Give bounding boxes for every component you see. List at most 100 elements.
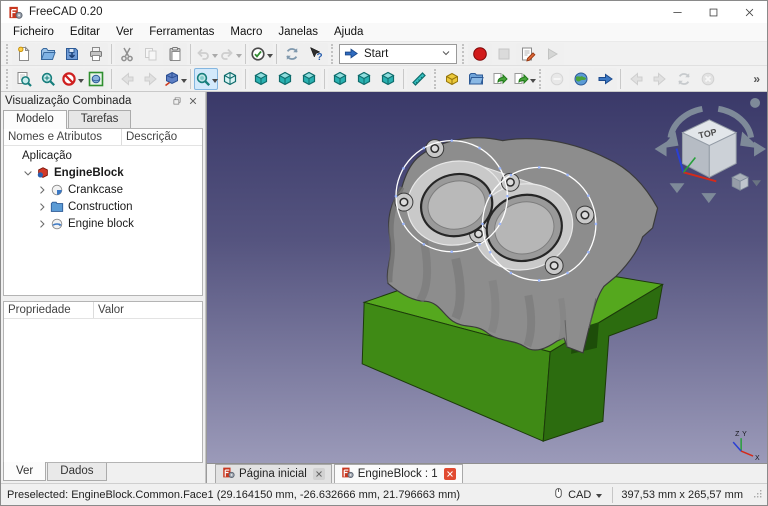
close-button[interactable] <box>731 1 767 23</box>
toolbar-grip[interactable] <box>539 68 541 89</box>
macro-stop-button[interactable] <box>492 42 516 65</box>
dock-close-button[interactable] <box>185 94 201 108</box>
navigation-cube[interactable]: TOP <box>654 97 767 204</box>
3d-viewport[interactable]: TOP Z Y X <box>207 92 767 463</box>
status-message: Preselected: EngineBlock.Common.Face1 (2… <box>7 488 461 501</box>
view-front-button[interactable] <box>249 67 273 90</box>
tree-item-label: Aplicação <box>22 149 72 162</box>
menu-ajuda[interactable]: Ajuda <box>326 24 371 40</box>
save-button[interactable] <box>60 42 84 65</box>
tab-close-button[interactable] <box>443 468 456 480</box>
browser-refresh-button[interactable] <box>672 67 696 90</box>
minimize-button[interactable] <box>659 1 695 23</box>
tab-modelo[interactable]: Modelo <box>3 110 67 129</box>
svg-text:?: ? <box>317 52 323 62</box>
resize-grip-icon[interactable] <box>743 487 763 502</box>
make-link-button[interactable] <box>488 67 512 90</box>
expander-icon[interactable] <box>36 201 48 213</box>
menu-ver[interactable]: Ver <box>108 24 141 40</box>
macro-stop-icon <box>496 46 512 62</box>
menu-janelas[interactable]: Janelas <box>270 24 326 40</box>
macro-record-button[interactable] <box>468 42 492 65</box>
refresh-button[interactable] <box>280 42 304 65</box>
view-rear-button[interactable] <box>328 67 352 90</box>
isometric-view-button[interactable] <box>163 67 187 90</box>
toolbar-grip[interactable] <box>6 68 8 89</box>
chevron-down-icon[interactable] <box>77 78 84 86</box>
dock-float-button[interactable] <box>169 94 185 108</box>
web-stop-button[interactable] <box>545 67 569 90</box>
create-part-icon <box>444 71 460 87</box>
open-button[interactable] <box>36 42 60 65</box>
document-tab-engineblock-1[interactable]: EngineBlock : 1 <box>333 464 463 483</box>
fit-selection-button[interactable] <box>36 67 60 90</box>
cut-button[interactable] <box>115 42 139 65</box>
menu-ficheiro[interactable]: Ficheiro <box>5 24 62 40</box>
edit-mode-button[interactable] <box>249 42 273 65</box>
draw-style-button[interactable] <box>84 67 108 90</box>
document-tab-pa-gina-inicial[interactable]: Página inicial <box>215 464 332 483</box>
tree-item-crankcase[interactable]: Crankcase <box>4 181 202 198</box>
create-part-button[interactable] <box>440 67 464 90</box>
macro-edit-button[interactable] <box>516 42 540 65</box>
expander-icon[interactable] <box>36 184 48 196</box>
nav-cube-menu[interactable] <box>731 172 762 191</box>
chevron-down-icon[interactable] <box>266 53 273 61</box>
fit-all-button[interactable] <box>12 67 36 90</box>
new-file-button[interactable] <box>12 42 36 65</box>
toolbar-separator <box>403 68 404 89</box>
zoom-box-button[interactable] <box>194 67 218 90</box>
tree-item-engineblock[interactable]: EngineBlock <box>4 164 202 181</box>
expander-icon[interactable] <box>36 218 48 230</box>
axis-indicator: Z Y X <box>732 431 760 462</box>
view-axonometric-button[interactable] <box>218 67 242 90</box>
expander-icon[interactable] <box>22 167 34 179</box>
paste-button[interactable] <box>163 42 187 65</box>
menu-ferramentas[interactable]: Ferramentas <box>141 24 222 40</box>
tree-item-engine-block[interactable]: Engine block <box>4 215 202 232</box>
make-sub-link-icon <box>513 71 529 87</box>
view-top-button[interactable] <box>273 67 297 90</box>
toolbar-grip[interactable] <box>331 43 333 64</box>
nav-back-button[interactable] <box>115 67 139 90</box>
copy-button[interactable] <box>139 42 163 65</box>
tab-dados[interactable]: Dados <box>47 463 107 481</box>
whats-this-button[interactable]: ? <box>304 42 328 65</box>
chevron-down-icon[interactable] <box>211 78 218 86</box>
measure-button[interactable] <box>407 67 431 90</box>
web-home-button[interactable] <box>569 67 593 90</box>
view-left-button[interactable] <box>376 67 400 90</box>
nav-forward-button[interactable] <box>139 67 163 90</box>
tree-item-aplicação[interactable]: Aplicação <box>4 147 202 164</box>
maximize-button[interactable] <box>695 1 731 23</box>
toolbar-grip[interactable] <box>434 68 436 89</box>
navigation-style-selector[interactable]: CAD <box>553 486 604 503</box>
chevron-down-icon[interactable] <box>529 78 536 86</box>
undo-button[interactable] <box>194 42 218 65</box>
toolbar-grip[interactable] <box>6 43 8 64</box>
redo-button[interactable] <box>218 42 242 65</box>
clipping-button[interactable] <box>60 67 84 90</box>
menu-macro[interactable]: Macro <box>222 24 270 40</box>
toolbar-overflow-button[interactable]: » <box>748 72 765 86</box>
view-right-button[interactable] <box>297 67 321 90</box>
chevron-down-icon[interactable] <box>235 53 242 61</box>
view-bottom-button[interactable] <box>352 67 376 90</box>
macro-run-button[interactable] <box>540 42 564 65</box>
create-group-button[interactable] <box>464 67 488 90</box>
browser-forward-button[interactable] <box>648 67 672 90</box>
tab-tarefas[interactable]: Tarefas <box>67 110 132 128</box>
tab-close-button[interactable] <box>312 468 325 480</box>
chevron-down-icon[interactable] <box>211 53 218 61</box>
chevron-down-icon[interactable] <box>180 78 187 86</box>
browser-back-button[interactable] <box>624 67 648 90</box>
web-forward-button[interactable] <box>593 67 617 90</box>
browser-stop-button[interactable] <box>696 67 720 90</box>
workbench-selector[interactable]: Start <box>339 43 457 64</box>
tree-item-construction[interactable]: Construction <box>4 198 202 215</box>
make-sub-link-button[interactable] <box>512 67 536 90</box>
tab-ver[interactable]: Ver <box>3 462 47 481</box>
menu-editar[interactable]: Editar <box>62 24 108 40</box>
print-button[interactable] <box>84 42 108 65</box>
toolbar-grip[interactable] <box>462 43 464 64</box>
